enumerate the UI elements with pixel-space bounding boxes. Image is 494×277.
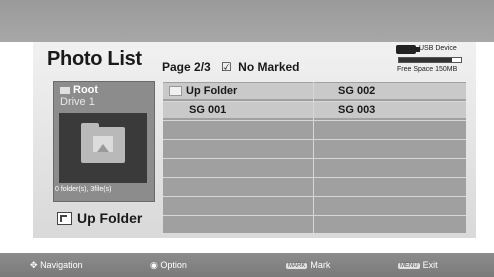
photo-folder-icon (81, 123, 125, 163)
grid-row-divider (163, 101, 466, 102)
dpad-icon: ✥ (30, 260, 38, 270)
file-name: SG 003 (338, 104, 376, 116)
grid-row-divider (163, 177, 466, 178)
folder-preview-panel: Root Drive 1 0 folder(s), 3file(s) (53, 81, 155, 202)
root-label-text: Root (73, 84, 99, 96)
page-info: Page 2/3 ☑ No Marked (162, 60, 300, 74)
page-indicator: Page 2/3 (162, 60, 211, 74)
root-folder-label: Root (60, 84, 98, 96)
grid-divider (313, 82, 314, 233)
file-name: Up Folder (186, 85, 238, 97)
file-cell (163, 197, 313, 213)
folder-icon (60, 86, 70, 94)
file-cell (314, 121, 466, 137)
storage-usage-bar (398, 57, 462, 63)
grid-row-divider (163, 158, 466, 159)
ok-dot-icon: ◉ (150, 260, 158, 270)
file-cell (163, 121, 313, 137)
file-cell (314, 197, 466, 213)
exit-label: Exit (422, 260, 438, 270)
page-title: Photo List (47, 48, 142, 70)
nav-label: Navigation (40, 260, 83, 270)
file-name: SG 001 (189, 104, 227, 116)
file-cell[interactable]: Up Folder (163, 83, 313, 99)
file-cell[interactable]: SG 002 (314, 83, 466, 99)
folder-icon (169, 86, 182, 97)
exit-hint[interactable]: MENU Exit (398, 260, 438, 270)
file-cell (163, 140, 313, 156)
file-cell (314, 140, 466, 156)
drive-label: Drive 1 (60, 96, 95, 108)
file-cell (163, 216, 313, 232)
checkbox-icon: ☑ (221, 60, 232, 74)
file-cell (314, 178, 466, 194)
option-label: Option (160, 260, 187, 270)
up-folder-button[interactable]: Up Folder (53, 206, 155, 230)
usb-drive-icon (396, 45, 420, 54)
usb-device-label: USB Device (419, 45, 457, 52)
file-cell[interactable]: SG 001 (163, 102, 313, 118)
grid-row-divider (163, 196, 466, 197)
file-cell (163, 159, 313, 175)
file-count: 0 folder(s), 3file(s) (55, 186, 112, 193)
top-bar (0, 0, 494, 42)
mark-key-icon: MARK (286, 262, 308, 269)
grid-row-divider (163, 139, 466, 140)
file-cell (163, 178, 313, 194)
file-cell (314, 159, 466, 175)
free-space-label: Free Space 150MB (397, 66, 458, 73)
up-folder-label: Up Folder (77, 210, 143, 226)
mark-label: Mark (310, 260, 331, 270)
marked-status: No Marked (238, 60, 300, 74)
folder-thumbnail (59, 113, 147, 183)
bottom-bar: ✥ Navigation ◉ Option MARK Mark MENU Exit (0, 253, 494, 277)
grid-row-divider (163, 215, 466, 216)
menu-key-icon: MENU (398, 262, 420, 269)
file-cell[interactable]: SG 003 (314, 102, 466, 118)
file-cell (314, 216, 466, 232)
option-hint[interactable]: ◉ Option (150, 260, 187, 271)
storage-usage-fill (399, 58, 452, 62)
grid-row-divider (163, 120, 466, 121)
nav-hint: ✥ Navigation (30, 260, 83, 271)
mark-hint[interactable]: MARK Mark (286, 260, 330, 270)
up-folder-icon (57, 211, 72, 225)
file-name: SG 002 (338, 85, 376, 97)
